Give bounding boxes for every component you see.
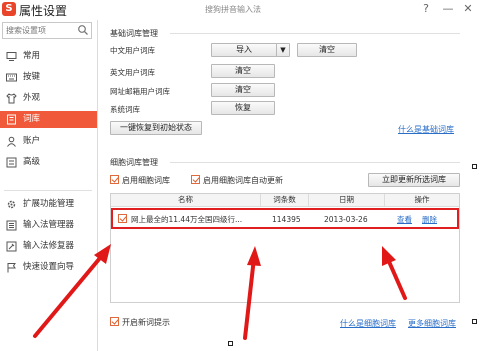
arrow-icon [243,246,261,340]
arrow-icon [382,246,407,300]
arrow-icon [33,244,111,338]
annotation-arrows [33,244,407,340]
